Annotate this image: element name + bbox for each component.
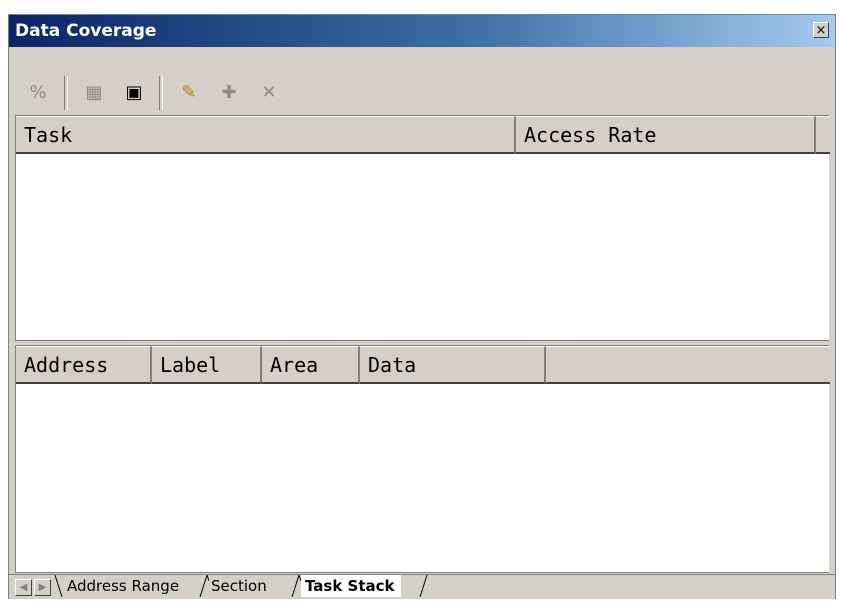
close-button[interactable]: × <box>813 22 829 38</box>
tab-task-stack[interactable]: Task Stack <box>301 575 401 597</box>
tab-divider-icon <box>419 575 428 597</box>
toolbar: % ▦ ▣ ✎ ✚ ✕ <box>9 48 835 114</box>
column-area[interactable]: Area <box>262 346 360 384</box>
tab-divider-icon <box>54 575 63 597</box>
highlight-icon[interactable]: ✎ <box>174 78 204 108</box>
coverage-graph-icon[interactable]: ▦ <box>79 78 109 108</box>
percent-icon[interactable]: % <box>23 78 53 108</box>
tab-divider-icon <box>199 575 209 597</box>
window-title: Data Coverage <box>15 21 157 41</box>
tab-divider-icon <box>291 575 301 597</box>
tab-scroll-left-icon[interactable]: ◀ <box>15 579 32 596</box>
column-address[interactable]: Address <box>16 346 152 384</box>
toolbar-separator <box>159 76 163 110</box>
toolbar-separator <box>64 76 68 110</box>
tab-bar: ◀ ▶ Address Range Section Task Stack <box>9 574 835 599</box>
remove-node-icon[interactable]: ✕ <box>254 78 284 108</box>
tab-section[interactable]: Section <box>211 575 267 597</box>
title-bar[interactable]: Data Coverage × <box>9 15 835 47</box>
column-task[interactable]: Task <box>16 116 516 154</box>
data-coverage-window: Data Coverage × % ▦ ▣ ✎ ✚ ✕ Task Access … <box>8 14 836 599</box>
column-blank <box>816 116 830 154</box>
column-access-rate[interactable]: Access Rate <box>516 116 816 154</box>
column-blank <box>546 346 830 384</box>
column-label[interactable]: Label <box>152 346 262 384</box>
column-data[interactable]: Data <box>360 346 546 384</box>
task-table-header: Task Access Rate <box>16 116 830 154</box>
tab-scroll-right-icon[interactable]: ▶ <box>34 579 51 596</box>
detail-list[interactable]: Address Label Area Data <box>15 345 830 573</box>
task-list[interactable]: Task Access Rate <box>15 115 830 341</box>
tab-address-range[interactable]: Address Range <box>67 575 179 597</box>
detail-table-header: Address Label Area Data <box>16 346 830 384</box>
add-node-icon[interactable]: ✚ <box>214 78 244 108</box>
memory-map-icon[interactable]: ▣ <box>119 78 149 108</box>
